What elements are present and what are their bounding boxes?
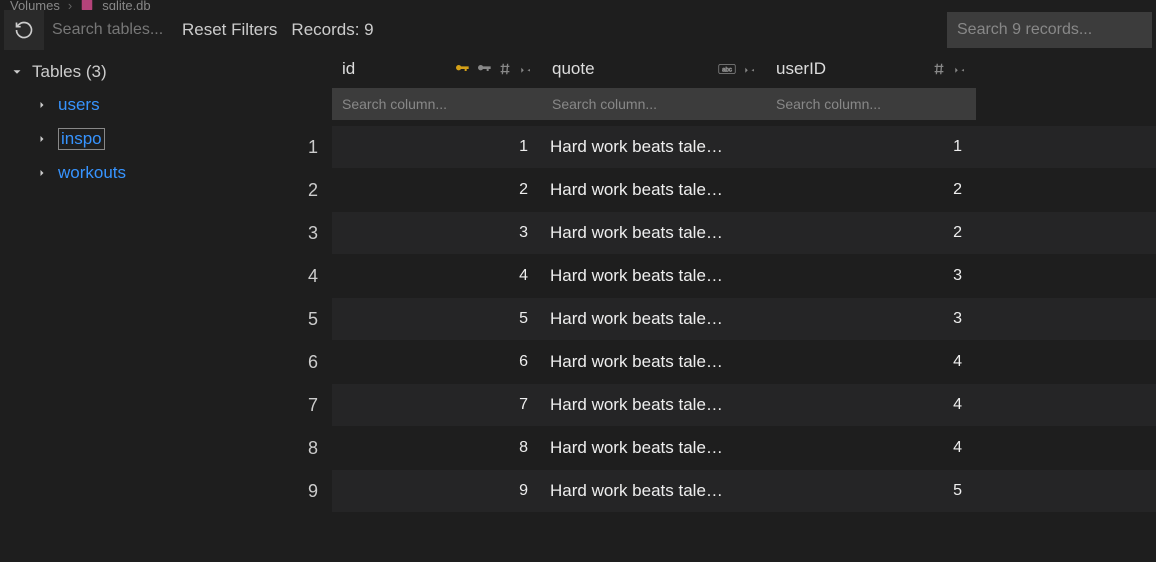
column-header-id[interactable]: id <box>332 50 542 88</box>
cell-userid[interactable]: 2 <box>766 224 976 242</box>
cell-id[interactable]: 3 <box>332 224 542 242</box>
cell-id[interactable]: 2 <box>332 181 542 199</box>
sidebar-item-users[interactable]: users <box>0 88 206 122</box>
chevron-right-icon <box>36 99 48 111</box>
search-records-input[interactable] <box>947 12 1152 48</box>
table-row[interactable]: 44Hard work beats tale…3 <box>206 255 1156 297</box>
table-row[interactable]: 99Hard work beats tale…5 <box>206 470 1156 512</box>
sidebar: Tables (3) users inspo workouts <box>0 50 206 562</box>
tables-header[interactable]: Tables (3) <box>0 56 206 88</box>
cell-userid[interactable]: 3 <box>766 310 976 328</box>
cell-userid[interactable]: 4 <box>766 439 976 457</box>
search-tables-input[interactable] <box>44 10 172 50</box>
table-row[interactable]: 88Hard work beats tale…4 <box>206 427 1156 469</box>
row-number: 9 <box>206 470 332 512</box>
row-number: 2 <box>206 169 332 211</box>
column-search-id[interactable] <box>332 88 542 120</box>
pin-icon[interactable] <box>952 62 966 76</box>
column-header-userid[interactable]: userID <box>766 50 976 88</box>
pin-icon[interactable] <box>742 62 756 76</box>
records-count: Records: 9 <box>287 20 373 40</box>
row-number: 4 <box>206 255 332 297</box>
table-row[interactable]: 66Hard work beats tale…4 <box>206 341 1156 383</box>
column-label: userID <box>776 59 826 79</box>
cell-id[interactable]: 8 <box>332 439 542 457</box>
table-row[interactable]: 22Hard work beats tale…2 <box>206 169 1156 211</box>
column-header-quote[interactable]: quote abc <box>542 50 766 88</box>
cell-quote[interactable]: Hard work beats tale… <box>542 180 766 200</box>
cell-id[interactable]: 5 <box>332 310 542 328</box>
key-icon <box>476 61 492 77</box>
breadcrumb-segment[interactable]: sqlite.db <box>102 0 150 10</box>
text-type-icon: abc <box>718 63 736 75</box>
sidebar-item-label: workouts <box>58 163 126 183</box>
cell-quote[interactable]: Hard work beats tale… <box>542 309 766 329</box>
tables-header-label: Tables (3) <box>32 62 107 82</box>
row-number: 5 <box>206 298 332 340</box>
column-search-userid[interactable] <box>766 88 976 120</box>
hash-icon <box>932 62 946 76</box>
sidebar-item-workouts[interactable]: workouts <box>0 156 206 190</box>
row-number: 7 <box>206 384 332 426</box>
hash-icon <box>498 62 512 76</box>
primary-key-icon <box>454 61 470 77</box>
row-number: 8 <box>206 427 332 469</box>
sidebar-item-label: inspo <box>58 128 105 150</box>
cell-quote[interactable]: Hard work beats tale… <box>542 352 766 372</box>
reset-filters-button[interactable]: Reset Filters <box>172 20 287 40</box>
sidebar-item-inspo[interactable]: inspo <box>0 122 206 156</box>
column-label: quote <box>552 59 595 79</box>
data-grid: id quote abc <box>206 50 1156 562</box>
table-row[interactable]: 55Hard work beats tale…3 <box>206 298 1156 340</box>
cell-quote[interactable]: Hard work beats tale… <box>542 395 766 415</box>
cell-id[interactable]: 7 <box>332 396 542 414</box>
cell-quote[interactable]: Hard work beats tale… <box>542 266 766 286</box>
cell-userid[interactable]: 5 <box>766 482 976 500</box>
cell-userid[interactable]: 1 <box>766 138 976 156</box>
refresh-button[interactable] <box>4 10 44 50</box>
row-number: 1 <box>206 126 332 168</box>
row-number: 6 <box>206 341 332 383</box>
column-search-quote[interactable] <box>542 88 766 120</box>
chevron-right-icon: › <box>68 0 72 10</box>
table-row[interactable]: 33Hard work beats tale…2 <box>206 212 1156 254</box>
row-number: 3 <box>206 212 332 254</box>
cell-quote[interactable]: Hard work beats tale… <box>542 481 766 501</box>
cell-quote[interactable]: Hard work beats tale… <box>542 137 766 157</box>
cell-userid[interactable]: 4 <box>766 396 976 414</box>
cell-quote[interactable]: Hard work beats tale… <box>542 438 766 458</box>
chevron-down-icon <box>10 65 26 79</box>
table-row[interactable]: 11Hard work beats tale…1 <box>206 126 1156 168</box>
column-label: id <box>342 59 355 79</box>
svg-text:abc: abc <box>722 67 732 73</box>
toolbar: Reset Filters Records: 9 <box>0 10 1156 50</box>
chevron-right-icon <box>36 167 48 179</box>
cell-userid[interactable]: 3 <box>766 267 976 285</box>
cell-userid[interactable]: 4 <box>766 353 976 371</box>
breadcrumb: Volumes › sqlite.db <box>0 0 1156 10</box>
cell-id[interactable]: 1 <box>332 138 542 156</box>
cell-id[interactable]: 9 <box>332 482 542 500</box>
breadcrumb-segment[interactable]: Volumes <box>10 0 60 10</box>
table-row[interactable]: 77Hard work beats tale…4 <box>206 384 1156 426</box>
pin-icon[interactable] <box>518 62 532 76</box>
chevron-right-icon <box>36 133 48 145</box>
cell-quote[interactable]: Hard work beats tale… <box>542 223 766 243</box>
sidebar-item-label: users <box>58 95 100 115</box>
cell-id[interactable]: 6 <box>332 353 542 371</box>
cell-id[interactable]: 4 <box>332 267 542 285</box>
database-icon <box>80 0 94 10</box>
cell-userid[interactable]: 2 <box>766 181 976 199</box>
